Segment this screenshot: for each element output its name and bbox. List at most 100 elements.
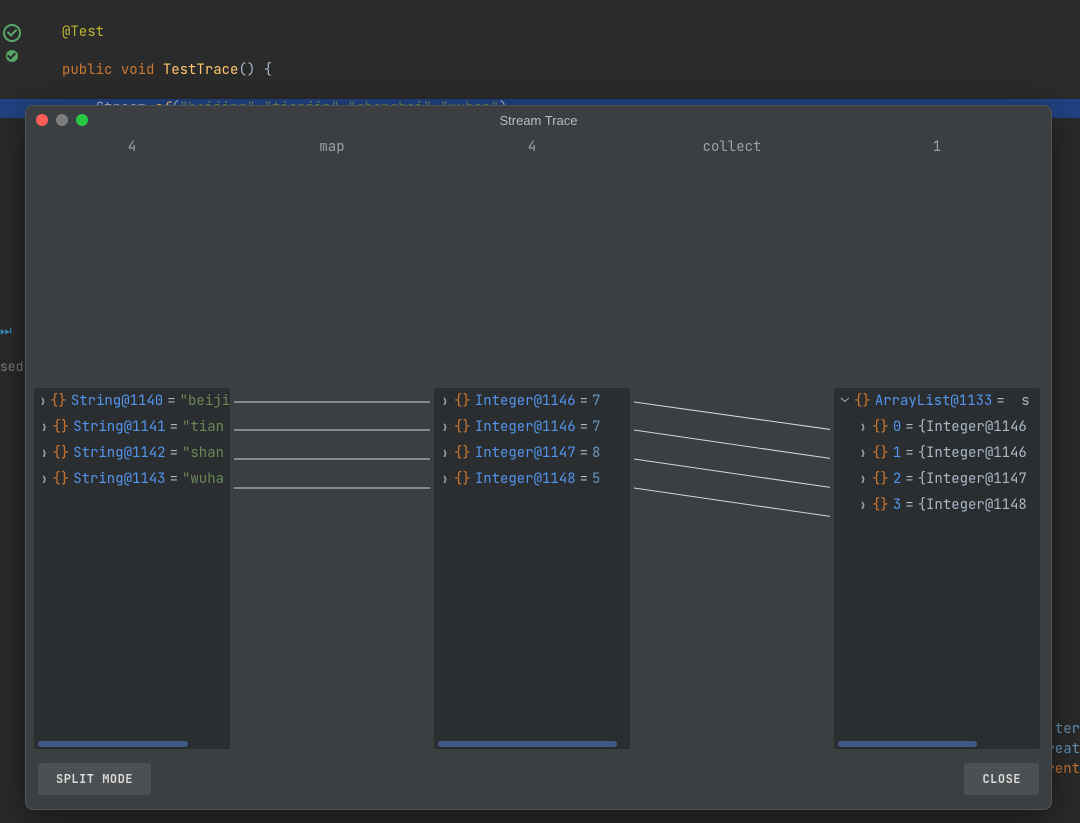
- chevron-right-icon[interactable]: [440, 418, 450, 436]
- object-icon: {}: [854, 392, 871, 410]
- stream-item[interactable]: {}String@1143 = "wuha: [34, 466, 230, 492]
- object-icon: {}: [454, 392, 471, 410]
- annotation: @Test: [62, 23, 104, 41]
- column-header: 4: [432, 134, 632, 388]
- object-icon: {}: [872, 496, 889, 514]
- list-index: 1: [893, 444, 901, 462]
- equals: =: [167, 392, 175, 410]
- object-class: String@1142: [73, 444, 165, 462]
- code-rest: () {: [238, 61, 272, 79]
- chevron-right-icon[interactable]: [40, 418, 48, 436]
- object-icon: {}: [872, 418, 889, 436]
- column-header: 4: [32, 134, 232, 388]
- chevron-right-icon[interactable]: [440, 470, 450, 488]
- equals: =: [905, 470, 913, 488]
- equals: =: [580, 470, 588, 488]
- object-icon: {}: [52, 418, 69, 436]
- chevron-right-icon[interactable]: [858, 496, 868, 514]
- close-button[interactable]: CLOSE: [964, 763, 1039, 795]
- int-value: 7: [592, 392, 600, 410]
- object-class: Integer@1148: [475, 470, 576, 488]
- list-element[interactable]: {}2 = {Integer@1147: [834, 466, 1040, 492]
- object-value: {Integer@1146: [918, 444, 1027, 462]
- string-value: "beijing": [180, 392, 230, 410]
- split-mode-button[interactable]: SPLIT MODE: [38, 763, 151, 795]
- horizontal-scrollbar[interactable]: [438, 741, 626, 747]
- object-class: Integer@1146: [475, 418, 576, 436]
- list-index: 3: [893, 496, 901, 514]
- stream-item[interactable]: {}Integer@1148 = 5: [434, 466, 630, 492]
- column-header: map: [232, 134, 432, 388]
- object-value: s: [1021, 392, 1029, 410]
- equals: =: [905, 496, 913, 514]
- dialog-buttons: SPLIT MODE CLOSE: [26, 755, 1051, 809]
- horizontal-scrollbar[interactable]: [38, 741, 226, 747]
- stream-item[interactable]: {}String@1141 = "tian: [34, 414, 230, 440]
- map-result-panel: {}Integer@1146 = 7 {}Integer@1146 = 7 {}…: [434, 388, 630, 750]
- string-value: "shan: [182, 444, 224, 462]
- object-value: {Integer@1148: [918, 496, 1027, 514]
- list-element[interactable]: {}1 = {Integer@1146: [834, 440, 1040, 466]
- column-header: collect: [632, 134, 832, 388]
- chevron-right-icon[interactable]: [858, 418, 868, 436]
- chevron-right-icon[interactable]: [40, 470, 48, 488]
- equals: =: [170, 444, 178, 462]
- connector-lines: [634, 388, 830, 750]
- chevron-right-icon[interactable]: [858, 470, 868, 488]
- list-element[interactable]: {}0 = {Integer@1146: [834, 414, 1040, 440]
- object-icon: {}: [52, 470, 69, 488]
- object-class: ArrayList@1133: [875, 392, 993, 410]
- keyword: public: [62, 61, 112, 79]
- object-icon: {}: [454, 470, 471, 488]
- test-result-fragment: sed: [0, 358, 23, 375]
- dialog-title: Stream Trace: [26, 113, 1051, 128]
- object-icon: {}: [454, 418, 471, 436]
- object-class: Integer@1147: [475, 444, 576, 462]
- equals: =: [905, 418, 913, 436]
- stream-item[interactable]: {}Integer@1147 = 8: [434, 440, 630, 466]
- string-value: "tian: [182, 418, 224, 436]
- object-icon: {}: [52, 444, 69, 462]
- equals: =: [170, 418, 178, 436]
- map-connector-panel: [234, 388, 430, 750]
- step-over-icon[interactable]: ⏭: [0, 322, 12, 339]
- scrollbar-thumb[interactable]: [838, 741, 977, 747]
- object-icon: {}: [50, 392, 67, 410]
- list-index: 0: [893, 418, 901, 436]
- chevron-right-icon[interactable]: [40, 392, 46, 410]
- int-value: 5: [592, 470, 600, 488]
- scrollbar-thumb[interactable]: [438, 741, 617, 747]
- object-icon: {}: [872, 444, 889, 462]
- horizontal-scrollbar[interactable]: [838, 741, 1036, 747]
- gutter: [4, 24, 20, 62]
- object-class: String@1143: [73, 470, 165, 488]
- chevron-right-icon[interactable]: [440, 444, 450, 462]
- chevron-right-icon[interactable]: [40, 444, 48, 462]
- stream-item[interactable]: {}Integer@1146 = 7: [434, 388, 630, 414]
- object-icon: {}: [454, 444, 471, 462]
- string-value: "wuha: [182, 470, 224, 488]
- equals: =: [170, 470, 178, 488]
- object-class: Integer@1146: [475, 392, 576, 410]
- stream-item[interactable]: {}Integer@1146 = 7: [434, 414, 630, 440]
- trace-columns: 4 map 4 collect 1 {}String@1140 = "beiji…: [32, 134, 1045, 755]
- list-element[interactable]: {}3 = {Integer@1148: [834, 492, 1040, 518]
- chevron-right-icon[interactable]: [858, 444, 868, 462]
- collect-root[interactable]: {}ArrayList@1133 = s: [834, 388, 1040, 414]
- equals: =: [996, 392, 1004, 410]
- object-class: String@1140: [71, 392, 163, 410]
- chevron-down-icon[interactable]: [840, 392, 850, 410]
- stream-item[interactable]: {}String@1142 = "shan: [34, 440, 230, 466]
- test-passed-icon: [6, 50, 18, 62]
- chevron-right-icon[interactable]: [440, 392, 450, 410]
- stream-item[interactable]: {}String@1140 = "beijing": [34, 388, 230, 414]
- method-name: TestTrace: [163, 61, 239, 79]
- scrollbar-thumb[interactable]: [38, 741, 188, 747]
- object-value: {Integer@1147: [918, 470, 1027, 488]
- dialog-titlebar[interactable]: Stream Trace: [26, 106, 1051, 134]
- run-test-icon[interactable]: [3, 24, 21, 42]
- object-icon: {}: [872, 470, 889, 488]
- list-index: 2: [893, 470, 901, 488]
- equals: =: [580, 392, 588, 410]
- code-fragment: ter: [1055, 720, 1080, 738]
